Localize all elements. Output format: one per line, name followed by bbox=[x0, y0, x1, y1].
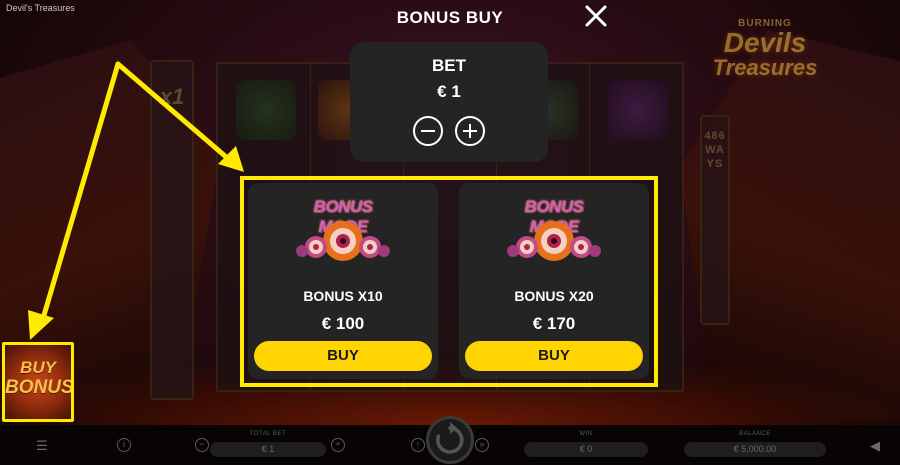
buy-bonus-x20-button[interactable]: BUY bbox=[465, 341, 643, 371]
bet-value: € 1 bbox=[437, 82, 461, 101]
ways-column: 486 WAYS bbox=[700, 115, 730, 325]
win-label: WIN bbox=[579, 431, 593, 437]
offer-price: € 170 bbox=[532, 314, 576, 333]
offer-price: € 100 bbox=[321, 314, 365, 333]
menu-icon[interactable]: ☰ bbox=[36, 439, 48, 452]
minus-icon bbox=[421, 129, 435, 133]
logo-line2: Devils bbox=[723, 27, 807, 58]
close-button[interactable] bbox=[582, 2, 610, 30]
close-icon bbox=[585, 5, 607, 27]
reel-symbol-purple bbox=[608, 80, 668, 140]
offer-name: BONUS X20 bbox=[514, 288, 594, 304]
bet-label: BET bbox=[432, 56, 466, 75]
total-bet-field: € 1 bbox=[210, 442, 326, 457]
bonus-mode-art: BONUS MODE bbox=[501, 197, 607, 269]
bet-plus-icon[interactable]: + bbox=[331, 438, 345, 452]
game-logo: BURNING Devils Treasures bbox=[690, 18, 840, 108]
turbo-icon[interactable]: » bbox=[475, 438, 489, 452]
bonus-mode-art: BONUS MODE bbox=[290, 197, 396, 269]
logo-line3: Treasures bbox=[712, 55, 818, 80]
sound-icon[interactable]: ◀ bbox=[870, 439, 880, 452]
info-icon[interactable]: i bbox=[117, 438, 131, 452]
window-title: Devil's Treasures bbox=[6, 3, 75, 13]
bonus-eyes-icon bbox=[507, 221, 601, 261]
plus-icon-vertical bbox=[468, 124, 472, 138]
balance-field: € 5,000.00 bbox=[684, 442, 826, 457]
modal-title: BONUS BUY bbox=[396, 8, 504, 27]
spin-icon bbox=[436, 422, 464, 454]
offer-name: BONUS X10 bbox=[303, 288, 383, 304]
bet-decrease-button[interactable] bbox=[413, 116, 443, 146]
multiplier-label: x1 bbox=[159, 84, 185, 109]
spin-button[interactable] bbox=[426, 416, 474, 464]
ways-text: 486 WAYS bbox=[704, 130, 726, 170]
multiplier-column: x1 bbox=[150, 60, 194, 400]
win-field: € 0 bbox=[524, 442, 648, 457]
total-bet-label: TOTAL BET bbox=[249, 431, 287, 437]
buy-bonus-label-line1: BUY bbox=[20, 358, 56, 377]
bet-increase-button[interactable] bbox=[455, 116, 485, 146]
balance-label: BALANCE bbox=[739, 431, 771, 437]
buy-bonus-button[interactable]: BUY BONUS bbox=[2, 342, 74, 422]
bonus-eyes-icon bbox=[296, 221, 390, 261]
bonus-offer-card-x10: BONUS MODE BONUS X10 € 100 BUY bbox=[248, 183, 438, 379]
autoplay-icon[interactable]: ↑ bbox=[411, 438, 425, 452]
bet-minus-icon[interactable]: − bbox=[195, 438, 209, 452]
bet-panel: BET € 1 bbox=[350, 42, 548, 162]
bonus-offer-card-x20: BONUS MODE BONUS X20 € 170 BUY bbox=[459, 183, 649, 379]
buy-bonus-label-line2: BONUS bbox=[5, 377, 74, 398]
reel-symbol-green bbox=[236, 80, 296, 140]
buy-bonus-x10-button[interactable]: BUY bbox=[254, 341, 432, 371]
